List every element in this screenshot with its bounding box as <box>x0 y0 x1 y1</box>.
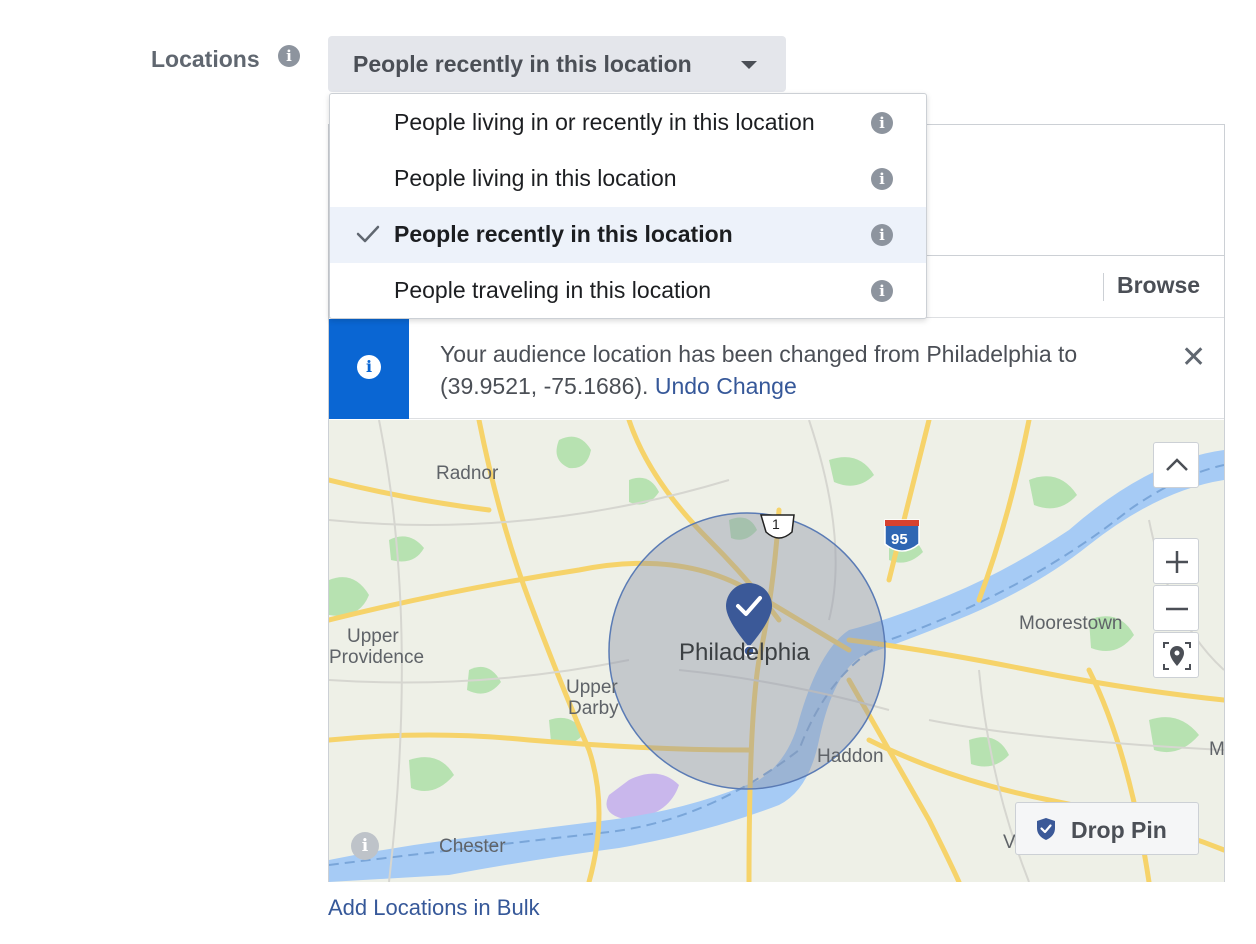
drop-pin-button[interactable]: Drop Pin <box>1015 802 1199 855</box>
notice-line-1: Your audience location has been changed … <box>440 341 1078 367</box>
locations-label: Locations <box>151 46 260 72</box>
minus-icon <box>1166 607 1188 611</box>
notice-message: Your audience location has been changed … <box>440 338 1160 402</box>
info-icon[interactable]: i <box>871 112 893 134</box>
shield-check-icon <box>1037 818 1055 840</box>
location-type-selected: People recently in this location <box>353 51 692 77</box>
map-label-upper-darby-2: Darby <box>568 698 619 719</box>
location-change-notice: i Your audience location has been change… <box>329 319 1224 419</box>
menu-item-label: People living in or recently in this loc… <box>394 109 815 135</box>
menu-item-living-or-recently[interactable]: People living in or recently in this loc… <box>330 95 926 151</box>
locate-button[interactable] <box>1153 632 1199 678</box>
menu-item-label: People recently in this location <box>394 221 733 247</box>
menu-item-traveling[interactable]: People traveling in this location i <box>330 263 926 319</box>
zoom-in-button[interactable] <box>1153 538 1199 584</box>
browse-separator <box>1103 273 1104 301</box>
menu-item-living[interactable]: People living in this location i <box>330 151 926 207</box>
menu-item-label: People living in this location <box>394 165 677 191</box>
notice-accent-bar: i <box>329 319 409 419</box>
map-collapse-button[interactable] <box>1153 442 1199 488</box>
drop-pin-label: Drop Pin <box>1071 817 1167 843</box>
undo-change-link[interactable]: Undo Change <box>655 373 797 399</box>
info-icon: i <box>357 355 381 379</box>
add-locations-bulk-link[interactable]: Add Locations in Bulk <box>328 895 540 921</box>
map-label-radnor: Radnor <box>436 463 499 484</box>
map-label-philadelphia: Philadelphia <box>679 639 810 666</box>
location-type-dropdown-button[interactable]: People recently in this location <box>328 36 786 92</box>
menu-item-label: People traveling in this location <box>394 277 712 303</box>
map-info-icon[interactable]: i <box>351 832 379 860</box>
location-type-menu: People living in or recently in this loc… <box>329 93 927 319</box>
caret-down-icon <box>741 61 757 69</box>
notice-line-2: (39.9521, -75.1686). <box>440 373 649 399</box>
chevron-up-icon <box>1166 458 1188 471</box>
info-icon[interactable]: i <box>871 224 893 246</box>
interstate-number: 95 <box>891 531 908 548</box>
info-icon[interactable]: i <box>871 280 893 302</box>
close-icon[interactable]: ✕ <box>1181 343 1206 373</box>
check-icon <box>356 225 380 243</box>
menu-item-recently[interactable]: People recently in this location i <box>330 207 926 263</box>
info-icon[interactable]: i <box>871 168 893 190</box>
zoom-out-button[interactable] <box>1153 585 1199 631</box>
map-label-upper-providence-1: Upper <box>347 626 399 647</box>
locate-icon <box>1163 642 1191 670</box>
map-label-moorestown: Moorestown <box>1019 613 1123 634</box>
map-label-edge-m: M <box>1209 739 1224 760</box>
plus-icon <box>1166 551 1188 573</box>
map-label-upper-darby-1: Upper <box>566 677 618 698</box>
map-label-upper-providence-2: Providence <box>329 647 424 668</box>
browse-button[interactable]: Browse <box>1117 272 1200 299</box>
route-number: 1 <box>772 516 780 532</box>
map-label-haddon: Haddon <box>817 746 884 767</box>
locations-info-icon[interactable]: i <box>278 45 300 67</box>
map-label-chester: Chester <box>439 836 506 857</box>
map-view[interactable]: Radnor Upper Providence Upper Darby Moor… <box>329 420 1224 882</box>
